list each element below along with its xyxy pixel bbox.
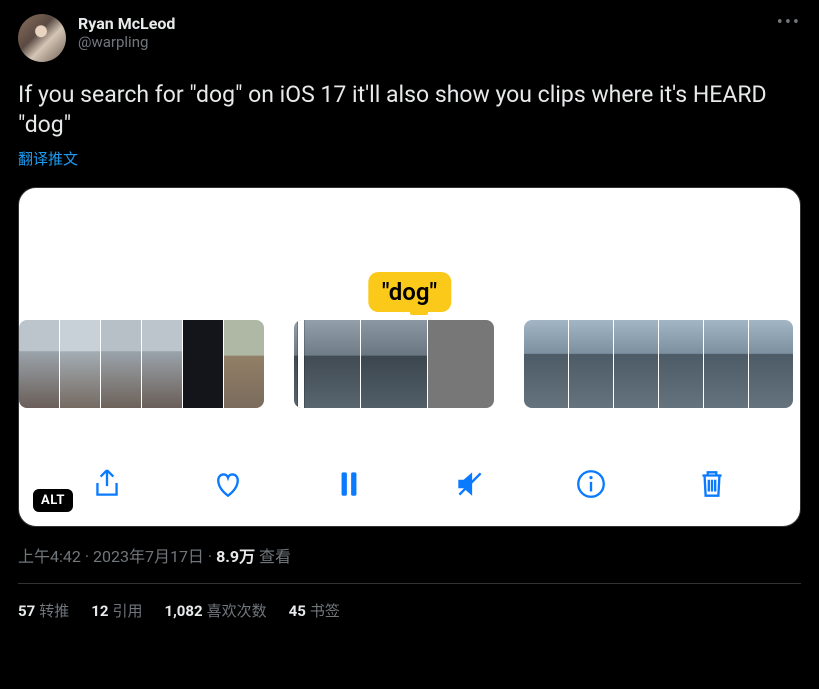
tweet-container: Ryan McLeod @warpling ••• If you search … <box>0 0 819 635</box>
media-controls <box>19 464 800 504</box>
thumbnail <box>224 320 264 408</box>
alt-badge[interactable]: ALT <box>33 489 73 512</box>
thumbnail <box>659 320 703 408</box>
thumbnail <box>19 320 59 408</box>
timeline-strip <box>19 320 800 408</box>
thumbnail <box>524 320 568 408</box>
share-icon[interactable] <box>87 464 127 504</box>
caption-cursor <box>410 309 428 315</box>
thumbnail <box>60 320 100 408</box>
thumbnail <box>101 320 141 408</box>
playhead[interactable] <box>298 320 304 408</box>
tweet-header: Ryan McLeod @warpling ••• <box>18 14 801 62</box>
author-names[interactable]: Ryan McLeod @warpling <box>78 14 175 51</box>
caption-bubble: "dog" <box>368 272 451 312</box>
thumbnail <box>569 320 613 408</box>
meta-views-label: 查看 <box>255 547 291 566</box>
thumbnail <box>428 320 494 408</box>
info-icon[interactable] <box>571 464 611 504</box>
thumbnail <box>142 320 182 408</box>
translate-link[interactable]: 翻译推文 <box>18 148 801 169</box>
stat-bookmarks[interactable]: 45书签 <box>289 600 340 621</box>
thumbnail <box>183 320 223 408</box>
clip-group-2 <box>294 320 494 408</box>
heart-icon[interactable] <box>208 464 248 504</box>
tweet-stats: 57转推 12引用 1,082喜欢次数 45书签 <box>18 584 801 621</box>
clip-group-1 <box>19 320 264 408</box>
thumbnail <box>749 320 793 408</box>
trash-icon[interactable] <box>692 464 732 504</box>
pause-icon[interactable] <box>329 464 369 504</box>
thumbnail <box>614 320 658 408</box>
clip-group-3 <box>524 320 793 408</box>
meta-date[interactable]: 2023年7月17日 <box>93 547 204 566</box>
avatar[interactable] <box>18 14 66 62</box>
stat-retweets[interactable]: 57转推 <box>18 600 69 621</box>
thumbnail <box>704 320 748 408</box>
media-card[interactable]: "dog" <box>18 187 801 527</box>
author-display-name: Ryan McLeod <box>78 14 175 33</box>
meta-time[interactable]: 上午4:42 <box>18 547 81 566</box>
stat-quotes[interactable]: 12引用 <box>91 600 142 621</box>
meta-views-count: 8.9万 <box>216 547 255 566</box>
stat-likes[interactable]: 1,082喜欢次数 <box>164 600 266 621</box>
tweet-text: If you search for "dog" on iOS 17 it'll … <box>18 80 801 140</box>
mute-icon[interactable] <box>450 464 490 504</box>
tweet-meta: 上午4:42 · 2023年7月17日 · 8.9万 查看 <box>18 543 801 567</box>
more-icon[interactable]: ••• <box>777 14 801 32</box>
thumbnail <box>361 320 427 408</box>
author-handle: @warpling <box>78 33 175 51</box>
